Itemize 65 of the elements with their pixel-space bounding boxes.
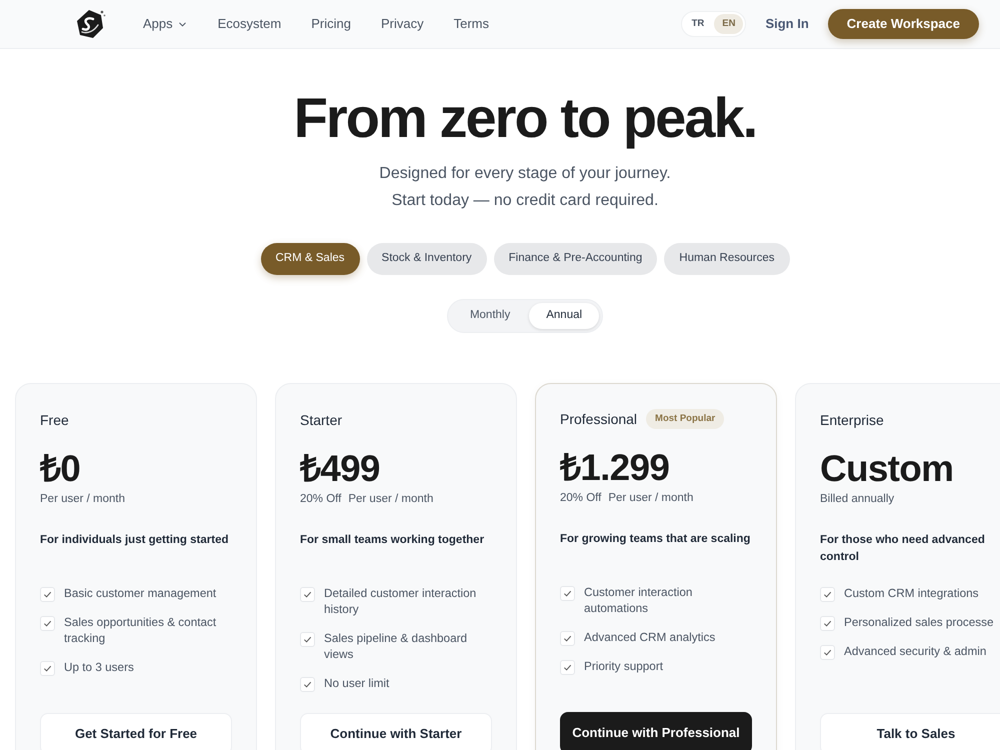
logo-icon[interactable] bbox=[74, 8, 106, 40]
check-icon bbox=[40, 661, 55, 676]
plan-button[interactable]: Talk to Sales bbox=[820, 713, 1000, 750]
feature-text: Advanced security & admin bbox=[844, 644, 986, 660]
plan-tagline: For those who need advanced control bbox=[820, 533, 986, 565]
plan-button[interactable]: Continue with Starter bbox=[300, 713, 492, 750]
feature-text: Detailed customer interaction history bbox=[324, 586, 478, 618]
discount-label: 20% Off bbox=[300, 492, 342, 508]
feature-text: Personalized sales processe bbox=[844, 615, 994, 631]
plan-price: ₺499 bbox=[300, 450, 381, 487]
nav-link[interactable]: Apps bbox=[143, 14, 188, 34]
period-label: Billed annually bbox=[820, 492, 894, 508]
feature-text: Customer interaction automations bbox=[584, 585, 694, 617]
hero-subtitle: Start today — no credit card required. bbox=[392, 191, 658, 211]
nav-link[interactable]: Ecosystem bbox=[218, 14, 282, 34]
nav-link[interactable]: Privacy bbox=[380, 14, 424, 34]
nav-link[interactable]: Pricing bbox=[311, 14, 351, 34]
check-icon bbox=[300, 677, 315, 692]
most-popular-badge: Most Popular bbox=[646, 408, 724, 430]
period-label: Per user / month bbox=[40, 492, 126, 508]
feature-text: Up to 3 users bbox=[64, 660, 134, 676]
check-icon bbox=[40, 587, 55, 602]
period-label: Per user / month bbox=[348, 492, 434, 508]
check-icon bbox=[560, 660, 575, 675]
language-option[interactable]: EN bbox=[714, 14, 744, 34]
plan-tagline: For individuals just getting started bbox=[40, 533, 230, 548]
feature-text: Sales pipeline & dashboard views bbox=[324, 631, 468, 663]
plan-price: ₺1.299 bbox=[560, 449, 670, 486]
discount-label: 20% Off bbox=[560, 491, 602, 506]
plan-price: Custom bbox=[820, 450, 954, 487]
category-tab[interactable]: Stock & Inventory bbox=[366, 243, 487, 275]
plan-name: Professional bbox=[560, 410, 638, 429]
billing-option[interactable]: Annual bbox=[529, 303, 600, 329]
plan-tagline: For growing teams that are scaling bbox=[560, 532, 752, 547]
category-tab[interactable]: Human Resources bbox=[664, 243, 790, 275]
plan-price: ₺0 bbox=[40, 450, 82, 487]
plan-tagline: For small teams working together bbox=[300, 533, 486, 548]
check-icon bbox=[820, 616, 835, 631]
check-icon bbox=[820, 587, 835, 602]
category-tab[interactable]: CRM & Sales bbox=[260, 243, 360, 275]
plan-name: Enterprise bbox=[820, 411, 884, 430]
sign-in-link[interactable]: Sign In bbox=[765, 14, 809, 34]
category-tab[interactable]: Finance & Pre-Accounting bbox=[494, 243, 658, 275]
check-icon bbox=[560, 586, 575, 601]
check-icon bbox=[820, 645, 835, 660]
feature-text: Custom CRM integrations bbox=[844, 586, 979, 602]
feature-text: Sales opportunities & contact tracking bbox=[64, 615, 218, 647]
check-icon bbox=[40, 616, 55, 631]
plan-name: Starter bbox=[300, 411, 342, 430]
check-icon bbox=[300, 587, 315, 602]
feature-text: No user limit bbox=[324, 676, 390, 692]
hero-subtitle: Designed for every stage of your journey. bbox=[379, 164, 671, 184]
nav-link[interactable]: Terms bbox=[454, 14, 489, 34]
feature-text: Advanced CRM analytics bbox=[584, 630, 716, 646]
plan-name: Free bbox=[40, 411, 69, 430]
feature-text: Basic customer management bbox=[64, 586, 216, 602]
check-icon bbox=[300, 632, 315, 647]
create-workspace-button[interactable]: Create Workspace bbox=[828, 9, 979, 39]
plan-button[interactable]: Continue with Professional bbox=[560, 712, 752, 750]
language-option[interactable]: TR bbox=[684, 14, 712, 34]
period-label: Per user / month bbox=[608, 491, 694, 506]
feature-text: Priority support bbox=[584, 659, 664, 675]
check-icon bbox=[560, 631, 575, 646]
billing-option[interactable]: Monthly bbox=[450, 303, 530, 329]
plan-button[interactable]: Get Started for Free bbox=[40, 713, 232, 750]
